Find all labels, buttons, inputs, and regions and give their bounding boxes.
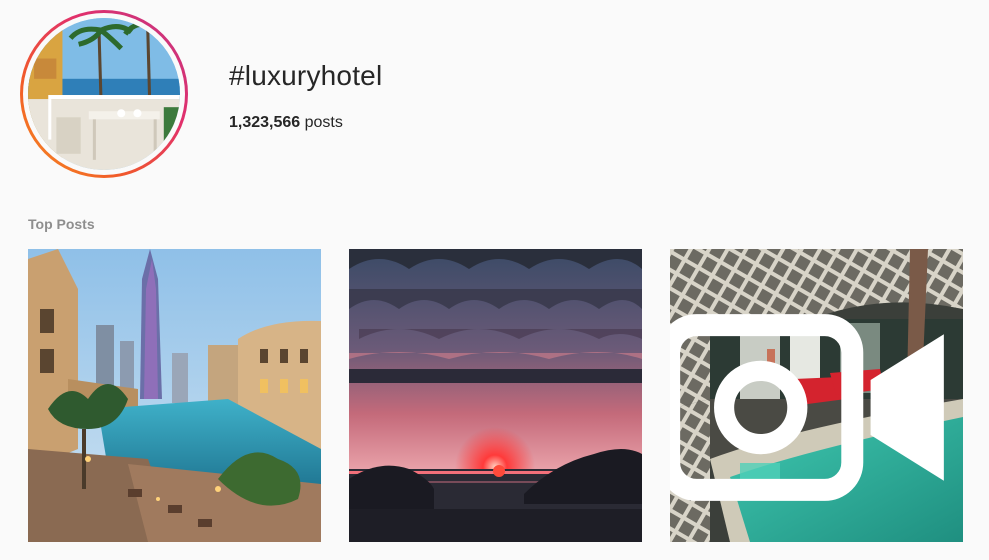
- video-camera-icon: [670, 314, 944, 501]
- post-count-number: 1,323,566: [229, 114, 301, 131]
- post-image: [349, 249, 642, 542]
- post-count-suffix: posts: [300, 114, 343, 131]
- top-post-tile[interactable]: [670, 249, 963, 542]
- hashtag-avatar[interactable]: [20, 10, 188, 178]
- top-post-tile[interactable]: [349, 249, 642, 542]
- avatar-image: [28, 18, 180, 170]
- post-image: [28, 249, 321, 542]
- hashtag-title: #luxuryhotel: [229, 60, 383, 91]
- post-count: 1,323,566 posts: [229, 114, 343, 132]
- top-posts-heading: Top Posts: [28, 216, 95, 232]
- hashtag-page: #luxuryhotel 1,323,566 posts Top Posts: [0, 0, 989, 560]
- top-post-tile[interactable]: [28, 249, 321, 542]
